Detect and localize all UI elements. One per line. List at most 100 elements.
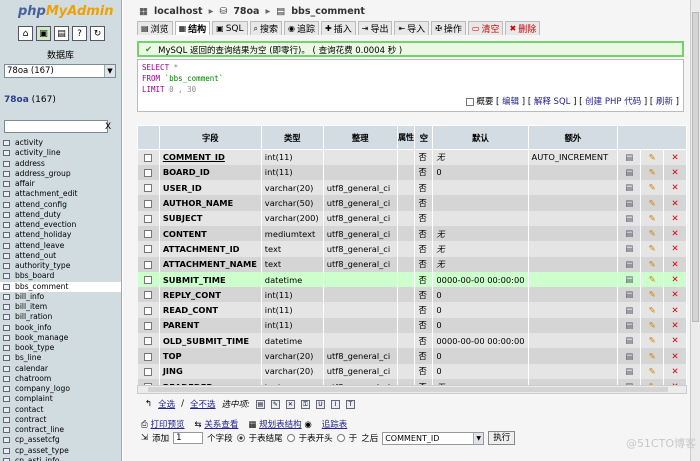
- tab-tracking[interactable]: ◉ 追踪: [284, 21, 320, 35]
- track-table-link[interactable]: 追踪表: [322, 420, 348, 430]
- after-field-select[interactable]: COMMENT_ID ▼: [382, 431, 485, 445]
- table-row[interactable]: PARENT int(11) 否 0 ▤ ✎ ✕: [137, 317, 687, 334]
- table-icon[interactable]: [3, 386, 10, 393]
- horizontal-scrollbar[interactable]: [137, 385, 687, 394]
- delete-icon[interactable]: ✕: [670, 352, 680, 362]
- tab-drop[interactable]: ✖ 删除: [505, 21, 541, 35]
- create-php-link[interactable]: 创建 PHP 代码: [585, 97, 641, 107]
- clear-filter-button[interactable]: X: [105, 122, 111, 132]
- deselect-all-link[interactable]: 全不选: [190, 398, 216, 410]
- current-database-title[interactable]: 78oa (167): [4, 95, 121, 105]
- table-icon[interactable]: [3, 375, 10, 382]
- edit-icon[interactable]: ✎: [647, 168, 657, 178]
- field-name[interactable]: PARENT: [159, 317, 262, 334]
- table-icon[interactable]: [3, 293, 10, 300]
- breadcrumb-database[interactable]: 78oa: [233, 6, 259, 17]
- table-list-item[interactable]: affair: [0, 179, 121, 189]
- tab-structure[interactable]: ▦ 结构: [174, 21, 211, 35]
- browse-distinct-icon[interactable]: ▤: [624, 229, 634, 239]
- edit-selected-icon[interactable]: ✎: [270, 399, 280, 409]
- table-list-item[interactable]: attend_holiday: [0, 230, 121, 240]
- database-select[interactable]: 78oa (167) ▼: [4, 64, 116, 78]
- row-checkbox[interactable]: [144, 337, 153, 346]
- row-checkbox[interactable]: [144, 245, 153, 254]
- table-list-item[interactable]: activity_line: [0, 148, 121, 158]
- browse-distinct-icon[interactable]: ▤: [624, 367, 634, 377]
- table-row[interactable]: OLD_SUBMIT_TIME datetime 否 0000-00-00 00:00…: [137, 333, 687, 349]
- docs-icon[interactable]: ▤: [54, 26, 69, 41]
- field-name[interactable]: CONTENT: [159, 225, 262, 242]
- tab-search[interactable]: ⌕ 搜索: [249, 21, 283, 35]
- field-name[interactable]: JING: [159, 363, 262, 379]
- row-checkbox[interactable]: [144, 321, 153, 330]
- edit-icon[interactable]: ✎: [647, 321, 657, 331]
- tab-operations[interactable]: ✠ 操作: [431, 21, 466, 35]
- delete-icon[interactable]: ✕: [670, 168, 680, 178]
- table-list-item[interactable]: calendar: [0, 364, 121, 374]
- browse-selected-icon[interactable]: ▤: [255, 399, 265, 409]
- edit-sql-link[interactable]: 编辑: [502, 97, 519, 107]
- table-icon[interactable]: [3, 140, 10, 147]
- table-icon[interactable]: [3, 406, 10, 413]
- table-list-item[interactable]: book_info: [0, 323, 121, 333]
- tab-browse[interactable]: ▤ 浏览: [137, 21, 173, 35]
- primary-key-icon[interactable]: ⚿: [300, 399, 310, 409]
- table-row[interactable]: SUBMIT_TIME datetime 否 0000-00-00 00:00:00 ▤…: [137, 271, 687, 288]
- table-icon[interactable]: [3, 416, 10, 423]
- browse-distinct-icon[interactable]: ▤: [624, 199, 634, 209]
- delete-icon[interactable]: ✕: [670, 321, 680, 331]
- edit-icon[interactable]: ✎: [647, 260, 657, 270]
- row-checkbox[interactable]: [144, 276, 153, 285]
- browse-distinct-icon[interactable]: ▤: [624, 306, 634, 316]
- table-icon[interactable]: [3, 170, 10, 177]
- edit-icon[interactable]: ✎: [647, 199, 657, 209]
- browse-distinct-icon[interactable]: ▤: [624, 168, 634, 178]
- field-name[interactable]: COMMENT_ID: [159, 149, 262, 165]
- delete-icon[interactable]: ✕: [670, 153, 680, 163]
- row-checkbox[interactable]: [144, 352, 153, 361]
- delete-icon[interactable]: ✕: [670, 183, 680, 193]
- fulltext-icon[interactable]: T: [345, 399, 355, 409]
- field-name[interactable]: ATTACHMENT_NAME: [159, 256, 262, 272]
- table-row[interactable]: SUBJECT varchar(200) utf8_general_ci 否 ▤ ✎ ✕: [137, 210, 687, 226]
- go-button[interactable]: 执行: [488, 431, 516, 445]
- row-checkbox[interactable]: [144, 260, 153, 269]
- row-checkbox[interactable]: [144, 367, 153, 376]
- table-list-item[interactable]: attend_config: [0, 200, 121, 210]
- edit-icon[interactable]: ✎: [647, 306, 657, 316]
- table-list-item[interactable]: bbs_comment: [0, 281, 121, 292]
- row-checkbox[interactable]: [144, 214, 153, 223]
- delete-icon[interactable]: ✕: [670, 306, 680, 316]
- table-icon[interactable]: [3, 355, 10, 362]
- table-icon[interactable]: [3, 437, 10, 444]
- at-end-radio[interactable]: [236, 434, 245, 442]
- delete-icon[interactable]: ✕: [670, 290, 680, 300]
- tab-empty[interactable]: ▭ 清空: [467, 21, 504, 35]
- table-list-item[interactable]: cp_assetcfg: [0, 435, 121, 445]
- row-checkbox[interactable]: [144, 306, 153, 315]
- table-icon[interactable]: [3, 314, 10, 321]
- field-name[interactable]: ATTACHMENT_ID: [159, 241, 262, 257]
- table-list-item[interactable]: cp_asset_type: [0, 446, 121, 456]
- tab-export[interactable]: ⇥ 导出: [357, 21, 393, 35]
- row-checkbox[interactable]: [144, 184, 153, 193]
- table-icon[interactable]: [3, 427, 10, 434]
- table-row[interactable]: REPLY_CONT int(11) 否 0 ▤ ✎ ✕: [137, 287, 687, 303]
- browse-distinct-icon[interactable]: ▤: [624, 214, 634, 224]
- home-icon[interactable]: ⌂: [18, 26, 33, 41]
- table-icon[interactable]: [3, 365, 10, 372]
- row-checkbox[interactable]: [144, 153, 153, 162]
- edit-icon[interactable]: ✎: [647, 352, 657, 362]
- field-name[interactable]: READ_CONT: [159, 302, 262, 318]
- browse-distinct-icon[interactable]: ▤: [624, 275, 634, 285]
- table-list-item[interactable]: authority_type: [0, 261, 121, 271]
- table-list-item[interactable]: bill_info: [0, 292, 121, 302]
- print-view-link[interactable]: 打印预览: [151, 420, 185, 430]
- field-name[interactable]: SUBMIT_TIME: [159, 271, 262, 288]
- table-icon[interactable]: [3, 334, 10, 341]
- table-row[interactable]: READ_CONT int(11) 否 0 ▤ ✎ ✕: [137, 302, 687, 318]
- breadcrumb-table[interactable]: bbs_comment: [291, 6, 365, 17]
- table-list-item[interactable]: contract_line: [0, 425, 121, 435]
- field-name[interactable]: BOARD_ID: [159, 164, 262, 181]
- edit-icon[interactable]: ✎: [647, 214, 657, 224]
